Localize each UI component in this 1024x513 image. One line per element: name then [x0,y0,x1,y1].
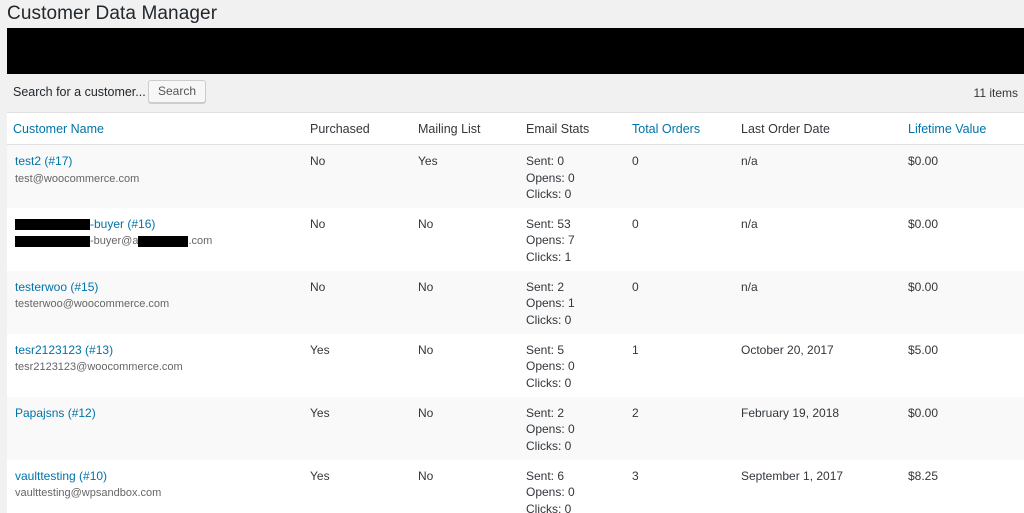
stat-opens: Opens: 0 [526,170,632,187]
customer-link[interactable]: vaulttesting (#10) [15,469,107,483]
stat-opens: Opens: 0 [526,484,632,501]
table-row: test2 (#17) test@woocommerce.com No Yes S… [7,145,1024,208]
total-orders-value: 0 [632,208,741,233]
stat-clicks: Clicks: 1 [526,249,632,266]
purchased-value: Yes [310,334,418,359]
column-header-last-order-date: Last Order Date [741,113,908,145]
items-count: 11 items [974,86,1018,100]
table-row: -buyer (#16) -buyer@a .com No No Sent: 53O… [7,208,1024,271]
search-label: Search for a customer... [13,85,146,99]
purchased-value: No [310,271,418,296]
stat-clicks: Clicks: 0 [526,438,632,455]
mailing-list-value: No [418,460,526,485]
email-stats-header-label: Email Stats [526,122,589,136]
total-orders-header-label[interactable]: Total Orders [632,122,700,136]
lifetime-value-value: $0.00 [908,145,1024,170]
page-title: Customer Data Manager [7,3,217,25]
email-stats: Sent: 2Opens: 1Clicks: 0 [526,271,632,329]
column-header-total-orders[interactable]: Total Orders [632,113,741,145]
table-row: tesr2123123 (#13) tesr2123123@woocommerce… [7,334,1024,397]
stat-clicks: Clicks: 0 [526,312,632,329]
mailing-list-value: No [418,271,526,296]
purchased-header-label: Purchased [310,122,370,136]
search-button[interactable]: Search [148,80,206,103]
lifetime-value-header-label[interactable]: Lifetime Value [908,122,986,136]
customer-link[interactable]: testerwoo (#15) [15,280,98,294]
stat-sent: Sent: 0 [526,153,632,170]
stat-clicks: Clicks: 0 [526,501,632,513]
lifetime-value-value: $0.00 [908,397,1024,422]
total-orders-value: 2 [632,397,741,422]
lifetime-value-value: $8.25 [908,460,1024,485]
redacted-block [15,219,90,230]
stat-opens: Opens: 0 [526,421,632,438]
table-row: vaulttesting (#10) vaulttesting@wpsandbox… [7,460,1024,513]
stat-opens: Opens: 0 [526,358,632,375]
last-order-date-value: n/a [741,208,908,233]
total-orders-value: 3 [632,460,741,485]
last-order-date-header-label: Last Order Date [741,122,830,136]
column-header-mailing-list: Mailing List [418,113,526,145]
customer-link[interactable]: test2 (#17) [15,154,72,168]
customer-link[interactable]: -buyer (#16) [90,217,155,231]
lifetime-value-value: $5.00 [908,334,1024,359]
customer-email: test@woocommerce.com [15,171,310,188]
total-orders-value: 0 [632,145,741,170]
email-stats: Sent: 53Opens: 7Clicks: 1 [526,208,632,266]
mailing-list-value: No [418,208,526,233]
lifetime-value-value: $0.00 [908,208,1024,233]
table-row: Papajsns (#12) Yes No Sent: 2Opens: 0Cli… [7,397,1024,460]
customer-email: -buyer@a .com [15,233,310,250]
last-order-date-value: September 1, 2017 [741,460,908,485]
last-order-date-value: n/a [741,145,908,170]
mailing-list-value: No [418,334,526,359]
stat-opens: Opens: 7 [526,232,632,249]
purchased-value: No [310,208,418,233]
mailing-list-value: Yes [418,145,526,170]
lifetime-value-value: $0.00 [908,271,1024,296]
stat-sent: Sent: 2 [526,279,632,296]
customer-table: Customer Name Purchased Mailing List Ema… [7,112,1024,513]
redacted-block [138,236,188,247]
stat-sent: Sent: 53 [526,216,632,233]
column-header-purchased: Purchased [310,113,418,145]
stat-clicks: Clicks: 0 [526,375,632,392]
redacted-banner [7,28,1024,74]
customer-link[interactable]: tesr2123123 (#13) [15,343,113,357]
customer-email: vaulttesting@wpsandbox.com [15,485,310,502]
stat-sent: Sent: 2 [526,405,632,422]
purchased-value: Yes [310,397,418,422]
mailing-list-value: No [418,397,526,422]
total-orders-value: 1 [632,334,741,359]
stat-clicks: Clicks: 0 [526,186,632,203]
last-order-date-value: n/a [741,271,908,296]
table-row: testerwoo (#15) testerwoo@woocommerce.com… [7,271,1024,334]
stat-opens: Opens: 1 [526,295,632,312]
column-header-lifetime-value[interactable]: Lifetime Value [908,113,1024,145]
column-header-customer-name[interactable]: Customer Name [7,113,310,145]
stat-sent: Sent: 6 [526,468,632,485]
customer-email: tesr2123123@woocommerce.com [15,359,310,376]
last-order-date-value: February 19, 2018 [741,397,908,422]
customer-email-part: .com [188,235,212,247]
redacted-block [15,236,90,247]
total-orders-value: 0 [632,271,741,296]
email-stats: Sent: 0Opens: 0Clicks: 0 [526,145,632,203]
email-stats: Sent: 5Opens: 0Clicks: 0 [526,334,632,392]
column-header-email-stats: Email Stats [526,113,632,145]
table-header-row: Customer Name Purchased Mailing List Ema… [7,113,1024,145]
email-stats: Sent: 2Opens: 0Clicks: 0 [526,397,632,455]
customer-email-part: -buyer@a [90,235,138,247]
table-nav: Search for a customer... Search 11 items [0,74,1024,112]
customer-email: testerwoo@woocommerce.com [15,296,310,313]
customer-link[interactable]: Papajsns (#12) [15,406,96,420]
stat-sent: Sent: 5 [526,342,632,359]
mailing-list-header-label: Mailing List [418,122,481,136]
purchased-value: No [310,145,418,170]
email-stats: Sent: 6Opens: 0Clicks: 0 [526,460,632,513]
customer-name-header-label[interactable]: Customer Name [7,122,104,136]
last-order-date-value: October 20, 2017 [741,334,908,359]
purchased-value: Yes [310,460,418,485]
